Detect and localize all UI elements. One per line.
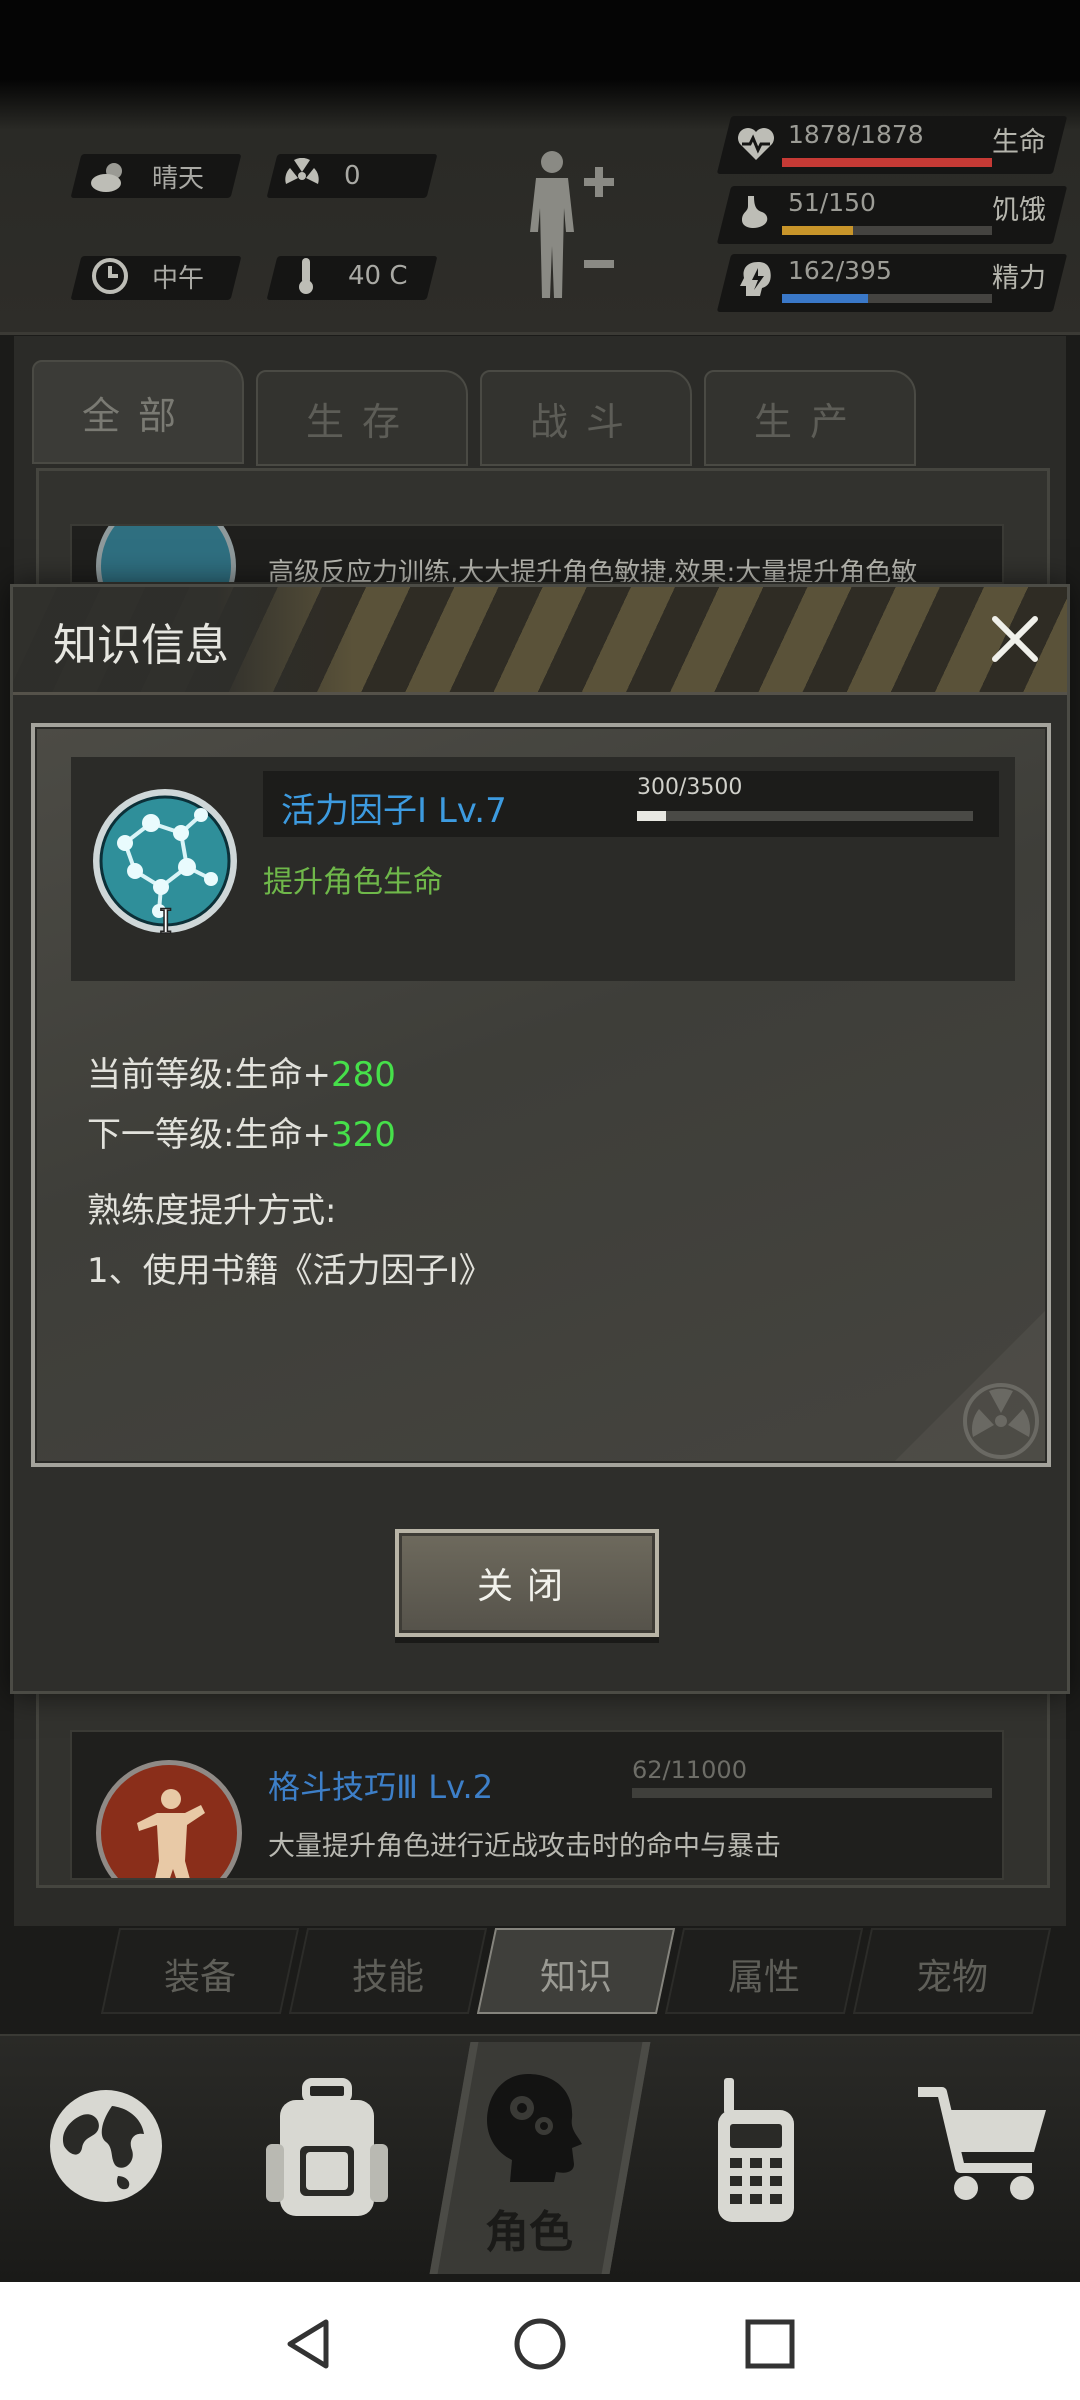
dialog-header: 知识信息 <box>13 587 1067 695</box>
list-item-desc: 大量提升角色进行近战攻击时的命中与暴击 <box>268 1831 781 1862</box>
tab-attributes-label: 属性 <box>727 1957 800 1998</box>
radiation-status: 0 <box>282 156 361 196</box>
skill-name-bar: 活力因子Ⅰ Lv.7 300/3500 <box>263 771 999 837</box>
body-figure-icon <box>530 151 614 298</box>
bottom-navigation: 角色 <box>0 2034 1080 2282</box>
skill-xp-text: 300/3500 <box>637 775 743 800</box>
nav-backpack[interactable] <box>262 2076 402 2216</box>
skill-thumb-icon <box>96 526 236 582</box>
skill-level: Lv.7 <box>437 791 507 831</box>
next-level-line: 下一等级:生命+320 <box>87 1105 493 1165</box>
cloud-sun-icon <box>90 156 130 196</box>
close-icon[interactable] <box>987 611 1043 667</box>
home-icon[interactable] <box>512 2316 568 2372</box>
method-title: 熟练度提升方式: <box>87 1191 337 1231</box>
system-navigation-bar <box>0 2282 1080 2400</box>
close-button[interactable]: 关闭 <box>395 1529 659 1637</box>
globe-icon <box>50 2090 162 2202</box>
energy-stat: 162/395 精力 <box>720 254 1060 314</box>
health-stat: 1878/1878 生命 <box>720 118 1060 178</box>
heart-pulse-icon <box>736 124 776 164</box>
health-bar-fill <box>782 158 992 167</box>
backpack-icon <box>266 2078 388 2216</box>
stomach-icon <box>736 192 776 232</box>
clock-icon <box>90 256 130 296</box>
current-level-value: 280 <box>330 1055 396 1095</box>
knowledge-details: 当前等级:生命+280 下一等级:生命+320 熟练度提升方式: 1、使用书籍《… <box>87 1045 493 1301</box>
temperature-status: 40 C <box>286 256 408 296</box>
nav-radio[interactable] <box>706 2076 846 2222</box>
list-item-xp: 62/11000 <box>632 1756 747 1784</box>
next-level-value: 320 <box>330 1115 396 1155</box>
skill-description: 提升角色生命 <box>263 865 443 900</box>
molecule-skill-icon: I <box>93 789 237 943</box>
hunger-label: 饥饿 <box>992 195 1046 226</box>
tab-pets-label: 宠物 <box>915 1957 988 1998</box>
walkie-talkie-icon <box>718 2078 794 2222</box>
health-value: 1878/1878 <box>788 120 924 149</box>
recents-icon[interactable] <box>744 2318 796 2370</box>
list-item[interactable]: 格斗技巧Ⅲ Lv.2 62/11000 大量提升角色进行近战攻击时的命中与暴击 <box>70 1730 1004 1880</box>
list-item[interactable]: 高级反应力训练,大大提升角色敏捷,效果:大量提升角色敏 <box>70 524 1004 584</box>
temperature-value: 40 C <box>348 261 408 291</box>
current-level-label: 当前等级:生命+ <box>87 1055 331 1095</box>
list-item-desc: 高级反应力训练,大大提升角色敏捷,效果:大量提升角色敏 <box>268 558 918 584</box>
dialog-title: 知识信息 <box>53 620 229 671</box>
thermometer-icon <box>286 256 326 296</box>
cart-icon <box>918 2087 1046 2200</box>
tab-survival[interactable]: 生存 <box>256 370 468 466</box>
weather-label: 晴天 <box>152 163 205 194</box>
method-item: 1、使用书籍《活力因子Ⅰ》 <box>87 1251 493 1291</box>
skill-xp-fill <box>637 811 666 821</box>
time-status: 中午 <box>90 256 204 296</box>
tab-equipment-label: 装备 <box>163 1957 236 1998</box>
hunger-stat: 51/150 饥饿 <box>720 186 1060 246</box>
head-gears-icon <box>487 2074 582 2182</box>
hunger-bar-fill <box>782 226 854 235</box>
skill-title: 活力因子Ⅰ Lv.7 <box>281 783 507 832</box>
svg-text:I: I <box>159 902 172 942</box>
energy-value: 162/395 <box>788 256 892 285</box>
knowledge-info-box: I 活力因子Ⅰ Lv.7 300/3500 提升角色生命 当前等级:生命+280… <box>31 723 1051 1467</box>
energy-bar-fill <box>782 294 869 303</box>
tab-production[interactable]: 生产 <box>704 370 916 466</box>
list-item-title: 格斗技巧Ⅲ Lv.2 <box>268 1768 494 1806</box>
hunger-bar <box>782 226 992 235</box>
skill-xp-bar <box>637 811 973 821</box>
knowledge-info-dialog: 知识信息 I 活力因子Ⅰ Lv.7 300/3500 提升角色生命 当前等级:生… <box>10 584 1070 1694</box>
time-label: 中午 <box>152 263 205 294</box>
character-sub-tabs: 装备 技能 知识 属性 宠物 <box>100 1928 1070 2016</box>
skill-card: I 活力因子Ⅰ Lv.7 300/3500 提升角色生命 <box>71 757 1015 981</box>
nav-character-label: 角色 <box>485 2207 573 2258</box>
hunger-value: 51/150 <box>788 188 876 217</box>
top-hud: 晴天 0 中午 40 C 1878/1878 生命 51/150 饥饿 162/… <box>0 0 1080 335</box>
nav-world[interactable] <box>40 2076 180 2216</box>
tab-knowledge-label: 知识 <box>539 1957 612 1998</box>
list-item-xp-bar <box>632 1788 992 1798</box>
back-icon[interactable] <box>282 2316 334 2372</box>
body-status-button[interactable] <box>520 148 630 312</box>
health-label: 生命 <box>992 127 1046 158</box>
current-level-line: 当前等级:生命+280 <box>87 1045 493 1105</box>
next-level-label: 下一等级:生命+ <box>87 1115 331 1155</box>
energy-label: 精力 <box>992 263 1046 294</box>
weather-status: 晴天 <box>90 156 204 196</box>
tab-combat[interactable]: 战斗 <box>480 370 692 466</box>
energy-bar <box>782 294 992 303</box>
radiation-watermark-icon <box>895 1311 1045 1461</box>
nav-shop[interactable] <box>914 2076 1054 2216</box>
radiation-icon <box>282 156 322 196</box>
skill-name: 活力因子Ⅰ <box>281 791 428 831</box>
tab-all[interactable]: 全部 <box>32 360 244 464</box>
head-bolt-icon <box>736 260 776 300</box>
fighter-skill-icon <box>96 1760 242 1878</box>
health-bar <box>782 158 992 167</box>
nav-character[interactable] <box>470 2064 610 2204</box>
tab-skills-label: 技能 <box>351 1957 424 1998</box>
radiation-value: 0 <box>344 161 361 191</box>
